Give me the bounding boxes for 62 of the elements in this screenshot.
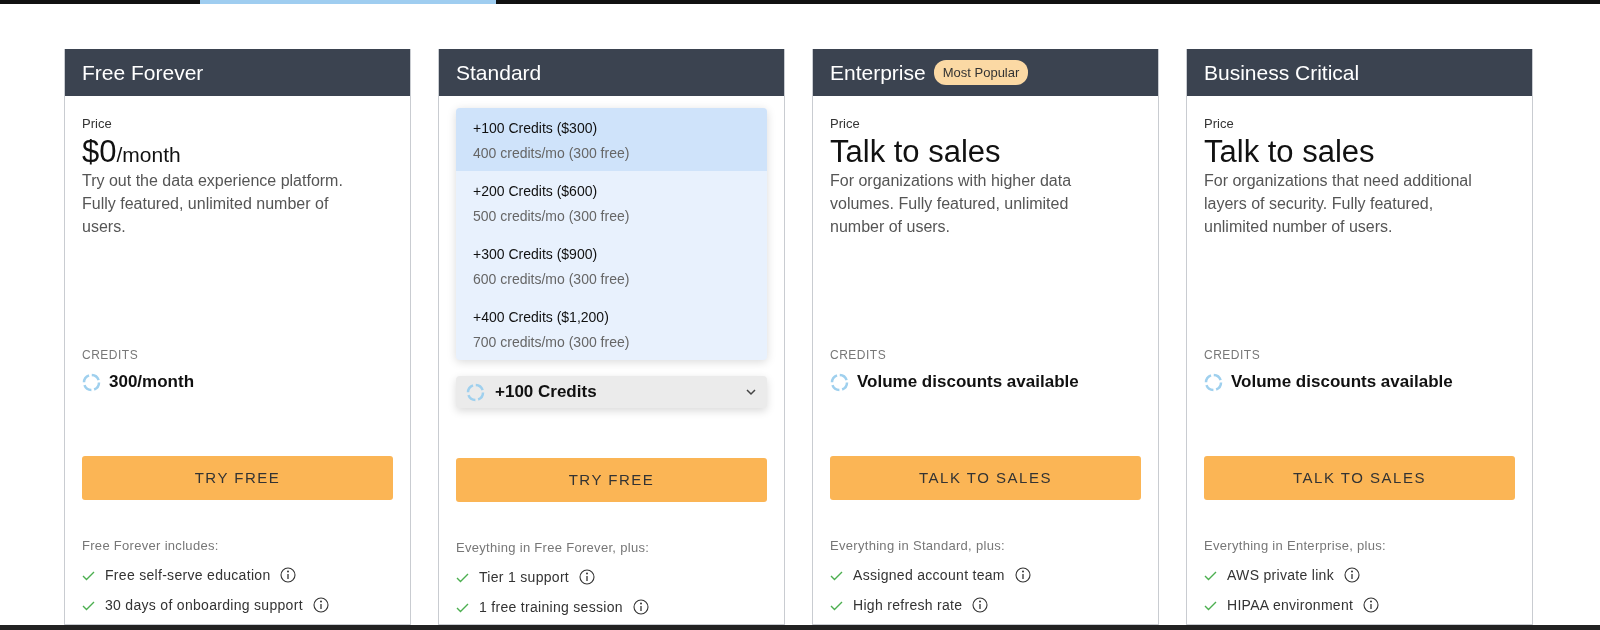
includes-heading: Eveything in Free Forever, plus: [456, 539, 651, 557]
check-icon [456, 601, 469, 613]
ring-icon [1204, 372, 1223, 392]
check-icon [456, 571, 469, 583]
feature-text: HIPAA environment [1227, 595, 1354, 615]
credits-label: CREDITS [1204, 347, 1262, 364]
info-icon [579, 569, 596, 585]
check-icon [82, 599, 95, 611]
cta-button[interactable]: TRY FREE [456, 458, 767, 502]
ring-icon [466, 382, 485, 402]
price-value: $0/month [82, 133, 182, 170]
info-icon [312, 597, 329, 613]
plan-title: Standard [456, 59, 542, 86]
feature-text: AWS private link [1227, 565, 1334, 585]
popular-badge: Most Popular [933, 59, 1029, 86]
credits-value: 300/month [109, 371, 195, 394]
plan-description: Try out the data experience platform. Fully featured, unlimited number of users. [82, 171, 344, 238]
price-label: Price [82, 115, 113, 133]
price-label: Price [830, 115, 861, 133]
plan-title: Business Critical [1204, 59, 1360, 86]
includes-heading: Everything in Enterprise, plus: [1204, 537, 1387, 555]
dropdown-option[interactable]: +100 Credits ($300) 400 credits/mo (300 free) [456, 108, 767, 171]
credits-label: CREDITS [82, 347, 140, 364]
info-icon [1363, 597, 1380, 613]
feature-text: Assigned account team [853, 565, 1005, 585]
credits-select[interactable]: +100 Credits [456, 376, 767, 408]
dropdown-option[interactable]: +400 Credits ($1,200) 700 credits/mo (300 free) [456, 297, 767, 360]
ring-icon [830, 372, 849, 392]
info-icon [972, 597, 989, 613]
price-value: Talk to sales [830, 133, 1002, 170]
price-label: Price [1204, 115, 1235, 133]
credits-value: Volume discounts available [857, 371, 1079, 394]
info-icon [280, 567, 297, 583]
includes-heading: Free Forever includes: [82, 537, 220, 555]
cta-button[interactable]: TALK TO SALES [830, 456, 1141, 500]
feature-text: High refresh rate [853, 595, 963, 615]
credits-label: CREDITS [830, 347, 888, 364]
plan-title: Enterprise [830, 59, 926, 86]
price-value: Talk to sales [1204, 133, 1376, 170]
check-icon [1204, 569, 1217, 581]
cta-button[interactable]: TRY FREE [82, 456, 393, 500]
ring-icon [82, 372, 101, 392]
feature-text: 1 free training session [479, 597, 623, 617]
check-icon [830, 569, 843, 581]
info-icon [1344, 567, 1360, 583]
feature-text: Tier 1 support [479, 567, 570, 587]
feature-text: 30 days of onboarding support [105, 595, 303, 615]
plan-description: For organizations that need additional layers of security. Fully featured, unlimited number of users. [1204, 171, 1473, 238]
dropdown-option[interactable]: +200 Credits ($600) 500 credits/mo (300 free) [456, 171, 767, 234]
check-icon [830, 599, 843, 611]
info-icon [1014, 567, 1031, 583]
chevron-icon [745, 386, 757, 398]
dropdown-option[interactable]: +300 Credits ($900) 600 credits/mo (300 free) [456, 234, 767, 297]
plan-title: Free Forever [82, 59, 204, 86]
cta-button[interactable]: TALK TO SALES [1204, 456, 1515, 500]
credits-value: Volume discounts available [1231, 371, 1453, 394]
info-icon [632, 599, 649, 615]
plan-description: For organizations with higher data volumes. Fully featured, unlimited number of users. [830, 171, 1073, 238]
feature-text: Free self-serve education [105, 565, 271, 585]
check-icon [1204, 599, 1217, 611]
includes-heading: Everything in Standard, plus: [830, 537, 1006, 555]
check-icon [82, 569, 95, 581]
